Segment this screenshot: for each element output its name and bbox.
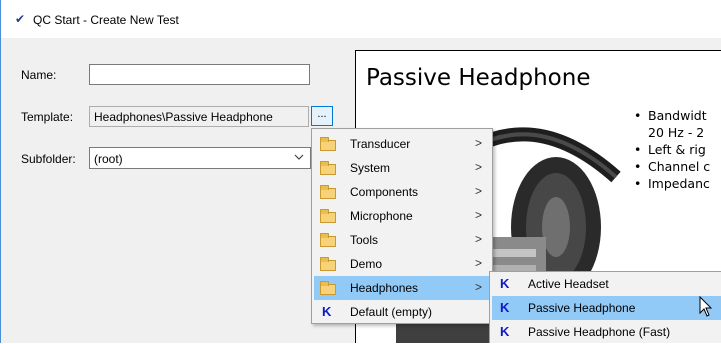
menu-item-default-empty[interactable]: K Default (empty) (314, 300, 490, 324)
template-menu: Transducer > System > Components > Micro… (311, 128, 493, 324)
k-template-icon: K (500, 300, 510, 315)
submenu-item-passive-headphone-fast[interactable]: K Passive Headphone (Fast) (492, 320, 721, 344)
feature-list: Bandwidt 20 Hz - 2 Left & rig Channel c … (632, 107, 710, 192)
chevron-right-icon: > (474, 232, 482, 246)
menu-item-components[interactable]: Components > (314, 180, 490, 204)
feature-item: Bandwidt (632, 107, 710, 124)
mouse-cursor-icon (699, 295, 713, 321)
folder-icon (320, 209, 338, 224)
submenu-item-passive-headphone[interactable]: K Passive Headphone (492, 296, 721, 320)
folder-icon (320, 257, 338, 272)
chevron-right-icon: > (474, 256, 482, 270)
name-label: Name: (21, 68, 57, 82)
folder-icon (320, 281, 338, 296)
menu-item-label: Components (350, 185, 419, 199)
headphones-submenu: K Active Headset K Passive Headphone K P… (489, 271, 721, 343)
preview-title: Passive Headphone (366, 65, 591, 91)
submenu-item-label: Active Headset (528, 277, 609, 291)
k-template-icon: K (500, 324, 510, 339)
title-bar[interactable]: ✔ QC Start - Create New Test (1, 0, 721, 38)
template-input[interactable]: Headphones\Passive Headphone (89, 106, 309, 127)
menu-item-label: Demo (350, 257, 383, 271)
folder-icon (320, 137, 338, 152)
qc-start-window: ✔ QC Start - Create New Test Name: Templ… (0, 0, 721, 343)
submenu-item-label: Passive Headphone (Fast) (528, 325, 671, 339)
menu-item-label: System (350, 161, 391, 175)
menu-item-demo[interactable]: Demo > (314, 252, 490, 276)
feature-item-continued: 20 Hz - 2 (648, 125, 705, 140)
menu-item-microphone[interactable]: Microphone > (314, 204, 490, 228)
folder-icon (320, 185, 338, 200)
chevron-right-icon: > (474, 136, 482, 150)
chevron-right-icon: > (474, 280, 482, 294)
menu-item-label: Headphones (350, 281, 419, 295)
chevron-right-icon: > (474, 184, 482, 198)
folder-icon (320, 161, 338, 176)
menu-item-system[interactable]: System > (314, 156, 490, 180)
feature-item: Left & rig (632, 141, 710, 158)
subfolder-label: Subfolder: (21, 152, 76, 166)
menu-item-tools[interactable]: Tools > (314, 228, 490, 252)
feature-item: Channel c (632, 158, 710, 175)
k-template-icon: K (322, 304, 332, 319)
feature-item: Impedanc (632, 175, 710, 192)
subfolder-select[interactable]: (root) (89, 147, 311, 169)
menu-item-headphones[interactable]: Headphones > (314, 276, 490, 300)
template-label: Template: (21, 110, 74, 124)
template-value: Headphones\Passive Headphone (94, 110, 273, 124)
chevron-right-icon: > (474, 208, 482, 222)
submenu-item-label: Passive Headphone (528, 301, 636, 315)
menu-item-label: Microphone (350, 209, 413, 223)
chevron-right-icon: > (474, 160, 482, 174)
k-template-icon: K (500, 276, 510, 291)
subfolder-value: (root) (94, 152, 123, 166)
menu-item-label: Transducer (350, 137, 411, 151)
window-title: QC Start - Create New Test (33, 13, 179, 27)
checkmark-icon: ✔ (15, 12, 26, 26)
browse-template-button[interactable]: ... (311, 106, 333, 126)
folder-icon (320, 233, 338, 248)
name-input[interactable] (89, 64, 310, 85)
menu-item-transducer[interactable]: Transducer > (314, 132, 490, 156)
chevron-down-icon[interactable] (294, 150, 304, 167)
menu-item-label: Default (empty) (350, 305, 433, 319)
submenu-item-active-headset[interactable]: K Active Headset (492, 272, 721, 296)
menu-item-label: Tools (350, 233, 379, 247)
